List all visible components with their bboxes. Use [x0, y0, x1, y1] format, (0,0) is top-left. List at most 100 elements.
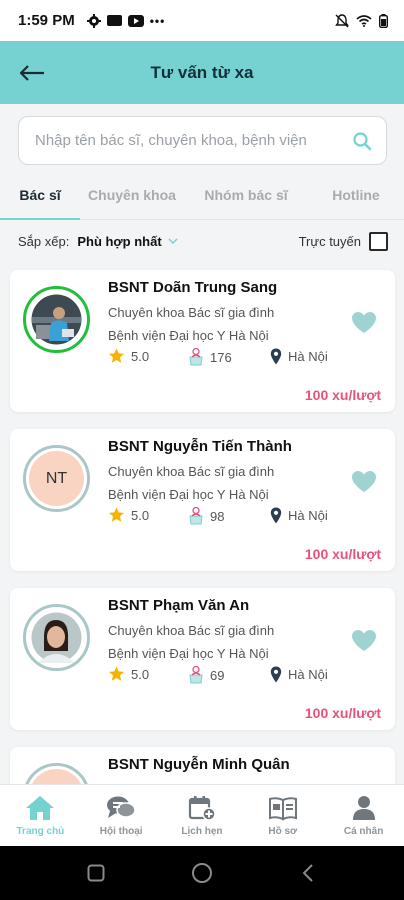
arrow-left-icon — [19, 65, 44, 81]
star-icon — [109, 348, 124, 363]
doctor-specialty: Chuyên khoa Bác sĩ gia đình — [108, 464, 275, 479]
youtube-icon — [127, 14, 144, 27]
heart-icon — [352, 629, 376, 651]
home-circle-icon — [192, 863, 212, 883]
nav-home-label: Trang chủ — [16, 825, 65, 837]
settings-icon — [86, 13, 101, 28]
location-value: Hà Nội — [288, 349, 328, 364]
nav-profile-label: Cá nhân — [343, 825, 384, 837]
doctor-photo — [28, 609, 85, 666]
mute-icon — [335, 13, 349, 27]
search-box[interactable] — [18, 116, 387, 165]
doctor-hospital: Bệnh viện Đại học Y Hà Nội — [108, 487, 269, 502]
rating: 5.0 — [108, 666, 149, 682]
doctor-card[interactable]: BSNT Nguyễn Minh Quân — [10, 747, 395, 784]
doctor-photo — [28, 291, 85, 348]
consult-count-value: 176 — [210, 349, 232, 365]
doctor-avatar — [23, 604, 90, 671]
online-checkbox[interactable] — [369, 231, 388, 251]
price: 100 xu/lượt — [304, 546, 381, 562]
status-system-icons — [335, 13, 388, 28]
more-notifications-icon: ••• — [149, 13, 166, 28]
consult-count-value: 69 — [210, 667, 225, 683]
nav-appointments-label: Lịch hẹn — [181, 825, 223, 837]
doctor-name: BSNT Nguyễn Minh Quân — [108, 756, 290, 773]
consult-icon — [189, 666, 203, 684]
consult-count: 176 — [188, 348, 232, 366]
status-notification-icons: ••• — [86, 13, 166, 28]
message-app-icon — [106, 15, 122, 26]
favorite-button[interactable] — [350, 308, 378, 336]
calendar-add-icon — [188, 795, 216, 821]
tab-doctors[interactable]: Bác sĩ — [0, 170, 80, 220]
location-value: Hà Nội — [288, 508, 328, 523]
doctor-specialty: Chuyên khoa Bác sĩ gia đình — [108, 623, 275, 638]
status-time: 1:59 PM — [18, 12, 75, 29]
chevron-down-icon — [168, 238, 178, 244]
favorite-button[interactable] — [350, 626, 378, 654]
nav-records-label: Hồ sơ — [268, 825, 298, 837]
doctor-avatar — [23, 763, 90, 784]
doctor-avatar: NT — [23, 445, 90, 512]
location: Hà Nội — [270, 666, 328, 683]
rating-value: 5.0 — [131, 507, 150, 523]
nav-conversations[interactable]: Hội thoại — [81, 785, 162, 846]
nav-home[interactable]: Trang chủ — [0, 785, 81, 846]
doctor-hospital: Bệnh viện Đại học Y Hà Nội — [108, 646, 269, 661]
doctor-card[interactable]: BSNT Phạm Văn An Chuyên khoa Bác sĩ gia … — [10, 588, 395, 730]
doctor-avatar — [23, 286, 90, 353]
back-button[interactable] — [18, 59, 46, 87]
rating: 5.0 — [108, 507, 149, 523]
location-pin-icon — [270, 666, 282, 683]
doctor-stats: 5.0 69 Hà Nội — [108, 666, 338, 686]
price: 100 xu/lượt — [304, 705, 381, 721]
doctor-name: BSNT Doãn Trung Sang — [108, 279, 278, 296]
tab-specialties[interactable]: Chuyên khoa — [80, 170, 184, 219]
category-tabs: Bác sĩ Chuyên khoa Nhóm bác sĩ Hotline — [0, 170, 404, 220]
sort-label: Sắp xếp: — [18, 233, 70, 249]
doctor-list: BSNT Doãn Trung Sang Chuyên khoa Bác sĩ … — [0, 262, 404, 784]
wifi-icon — [356, 14, 372, 27]
location-value: Hà Nội — [288, 667, 328, 682]
nav-records[interactable]: Hồ sơ — [242, 785, 323, 846]
doctor-card[interactable]: NT BSNT Nguyễn Tiến Thành Chuyên khoa Bá… — [10, 429, 395, 571]
consult-count: 69 — [188, 666, 224, 684]
doctor-name: BSNT Phạm Văn An — [108, 597, 250, 614]
tab-hotline[interactable]: Hotline — [308, 170, 404, 219]
person-icon — [352, 795, 375, 820]
book-icon — [268, 796, 297, 821]
recents-button[interactable] — [82, 859, 110, 887]
search-input[interactable] — [35, 132, 352, 149]
location-pin-icon — [270, 507, 282, 524]
page-title: Tư vấn từ xa — [150, 62, 254, 82]
home-system-button[interactable] — [188, 859, 216, 887]
sort-row: Sắp xếp: Phù hợp nhất Trực tuyến — [18, 228, 388, 254]
star-icon — [109, 666, 124, 681]
back-system-button[interactable] — [294, 859, 322, 887]
online-filter-label: Trực tuyến — [298, 233, 361, 249]
doctor-stats: 5.0 176 Hà Nội — [108, 348, 338, 368]
heart-icon — [352, 311, 376, 333]
consult-count: 98 — [188, 507, 224, 525]
rating: 5.0 — [108, 348, 149, 364]
back-chevron-icon — [302, 864, 313, 882]
online-filter[interactable]: Trực tuyến — [298, 231, 388, 251]
sort-dropdown[interactable]: Phù hợp nhất — [77, 234, 178, 249]
nav-profile[interactable]: Cá nhân — [323, 785, 404, 846]
bottom-nav: Trang chủ Hội thoại Lịch hẹn Hồ sơ Cá nh… — [0, 784, 404, 846]
nav-appointments[interactable]: Lịch hẹn — [162, 785, 243, 846]
price: 100 xu/lượt — [304, 387, 381, 403]
favorite-button[interactable] — [350, 467, 378, 495]
rating-value: 5.0 — [131, 348, 150, 364]
rating-value: 5.0 — [131, 666, 150, 682]
consult-icon — [189, 507, 203, 525]
home-icon — [26, 795, 55, 820]
system-nav-bar — [0, 846, 404, 900]
doctor-name: BSNT Nguyễn Tiến Thành — [108, 438, 292, 455]
doctor-hospital: Bệnh viện Đại học Y Hà Nội — [108, 328, 269, 343]
location-pin-icon — [270, 348, 282, 365]
doctor-card[interactable]: BSNT Doãn Trung Sang Chuyên khoa Bác sĩ … — [10, 270, 395, 412]
tab-doctor-groups[interactable]: Nhóm bác sĩ — [184, 170, 308, 219]
battery-icon — [379, 13, 388, 28]
search-icon[interactable] — [352, 131, 372, 151]
